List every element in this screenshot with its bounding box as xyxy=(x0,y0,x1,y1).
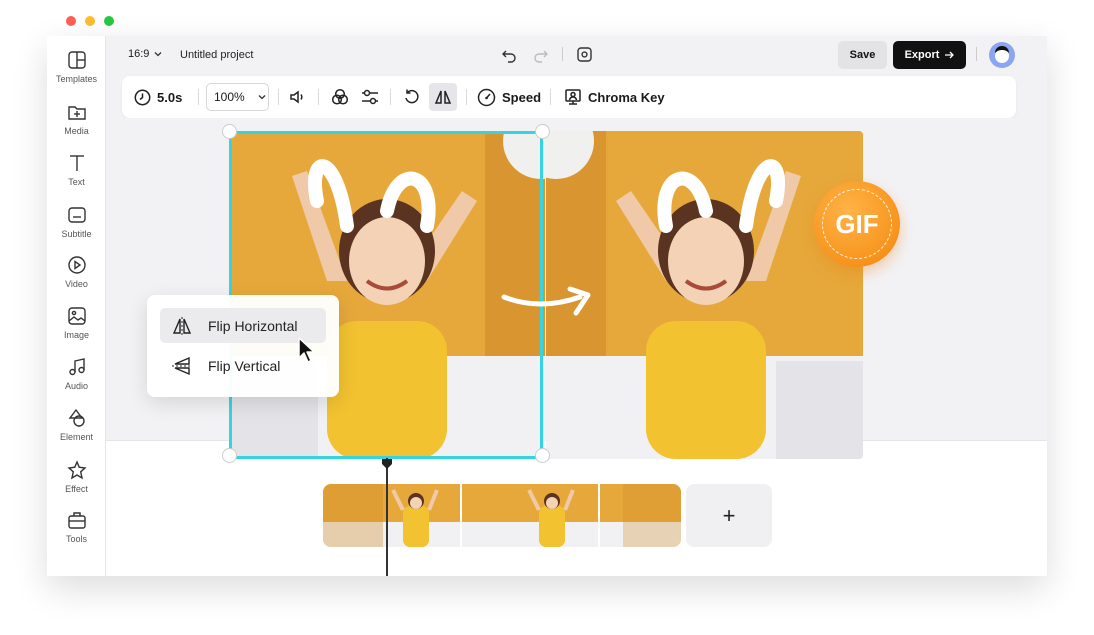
header-divider xyxy=(562,47,563,61)
media-icon xyxy=(67,106,86,120)
filters-icon[interactable] xyxy=(330,87,350,107)
redo-icon[interactable] xyxy=(533,47,549,63)
effect-icon xyxy=(66,460,87,480)
arrow-right-icon xyxy=(945,51,955,59)
duration-value: 5.0s xyxy=(157,89,183,105)
flip-horizontal-label: Flip Horizontal xyxy=(208,317,298,334)
sidebar-item-video[interactable]: Video xyxy=(47,255,106,299)
arrow-icon xyxy=(501,286,591,316)
preview-icon[interactable] xyxy=(576,46,593,63)
duration-control[interactable]: 5.0s xyxy=(134,76,182,118)
project-name[interactable]: Untitled project xyxy=(180,49,253,61)
sidebar-item-label: Audio xyxy=(64,381,89,391)
zoom-select[interactable]: 100% xyxy=(206,83,269,111)
export-button[interactable]: Export xyxy=(893,41,966,69)
playhead[interactable] xyxy=(386,458,388,576)
flip-horizontal-icon xyxy=(172,316,192,335)
resize-handle[interactable] xyxy=(222,124,237,139)
image-icon xyxy=(67,307,86,325)
minimize-window-button[interactable] xyxy=(85,16,95,26)
undo-icon[interactable] xyxy=(501,47,517,63)
edit-toolbar: 5.0s 100% Speed Chroma Key xyxy=(122,76,1016,118)
toolbar-divider xyxy=(318,89,319,105)
toolbar-divider xyxy=(198,89,199,105)
sidebar-item-element[interactable]: Element xyxy=(47,408,106,452)
header-divider xyxy=(976,47,977,61)
sidebar-item-media[interactable]: Media xyxy=(47,102,106,146)
save-button[interactable]: Save xyxy=(838,41,887,69)
sidebar-item-label: Media xyxy=(64,126,89,136)
toolbar-divider xyxy=(550,89,551,105)
chevron-down-icon xyxy=(154,52,162,57)
timeline-clip[interactable] xyxy=(323,484,681,547)
speedometer-icon xyxy=(477,88,496,106)
audio-icon xyxy=(68,358,85,376)
flip-vertical-label: Flip Vertical xyxy=(208,357,281,374)
chevron-down-icon xyxy=(258,95,266,100)
add-clip-button[interactable]: + xyxy=(686,484,772,547)
tools-icon xyxy=(67,512,86,529)
resize-handle[interactable] xyxy=(535,448,550,463)
sidebar-item-label: Image xyxy=(63,330,89,340)
toolbar-divider xyxy=(278,89,279,105)
subtitle-icon xyxy=(67,207,86,223)
mouse-cursor-icon xyxy=(298,337,315,363)
close-window-button[interactable] xyxy=(66,16,76,26)
flip-icon xyxy=(434,90,452,104)
chroma-key-button[interactable]: Chroma Key xyxy=(564,76,665,118)
sidebar-item-label: Tools xyxy=(65,534,87,544)
sidebar-item-templates[interactable]: Templates xyxy=(47,50,106,94)
clock-icon xyxy=(134,89,151,105)
element-icon xyxy=(68,408,85,427)
rotate-icon[interactable] xyxy=(403,88,421,106)
playhead-handle[interactable] xyxy=(381,458,393,470)
sidebar-item-label: Video xyxy=(65,279,88,289)
speed-button[interactable]: Speed xyxy=(477,76,541,118)
sidebar-item-tools[interactable]: Tools xyxy=(47,510,106,554)
gif-badge: GIF xyxy=(814,181,900,267)
volume-icon[interactable] xyxy=(288,88,306,106)
sidebar-item-audio[interactable]: Audio xyxy=(47,357,106,401)
zoom-window-button[interactable] xyxy=(104,16,114,26)
flip-button[interactable] xyxy=(429,83,457,111)
gif-label: GIF xyxy=(835,208,879,239)
templates-icon xyxy=(67,51,86,69)
speed-label: Speed xyxy=(502,89,542,105)
resize-handle[interactable] xyxy=(222,448,237,463)
sidebar-item-label: Templates xyxy=(55,74,98,84)
sidebar-item-label: Subtitle xyxy=(61,229,92,239)
video-icon xyxy=(67,256,86,274)
aspect-ratio-select[interactable]: 16:9 xyxy=(128,48,163,60)
sidebar-item-label: Element xyxy=(59,432,94,442)
avatar[interactable] xyxy=(988,41,1016,69)
chroma-key-label: Chroma Key xyxy=(588,89,665,105)
aspect-ratio-value: 16:9 xyxy=(128,48,150,60)
title-bar xyxy=(0,0,1094,36)
toolbar-divider xyxy=(466,89,467,105)
sidebar: Templates Media Text Subtitle Video Imag… xyxy=(47,36,106,576)
chroma-key-icon xyxy=(565,89,581,105)
sidebar-item-effect[interactable]: Effect xyxy=(47,460,106,504)
export-label: Export xyxy=(904,49,940,61)
flip-vertical-icon xyxy=(172,356,192,375)
resize-handle[interactable] xyxy=(535,124,550,139)
zoom-value: 100% xyxy=(214,90,245,104)
sidebar-item-subtitle[interactable]: Subtitle xyxy=(47,205,106,249)
sidebar-item-label: Text xyxy=(68,177,85,187)
sidebar-item-image[interactable]: Image xyxy=(47,306,106,350)
toolbar-divider xyxy=(390,89,391,105)
sidebar-item-label: Effect xyxy=(65,484,88,494)
text-icon xyxy=(69,155,84,171)
sidebar-item-text[interactable]: Text xyxy=(47,153,106,197)
adjust-icon[interactable] xyxy=(360,87,380,107)
